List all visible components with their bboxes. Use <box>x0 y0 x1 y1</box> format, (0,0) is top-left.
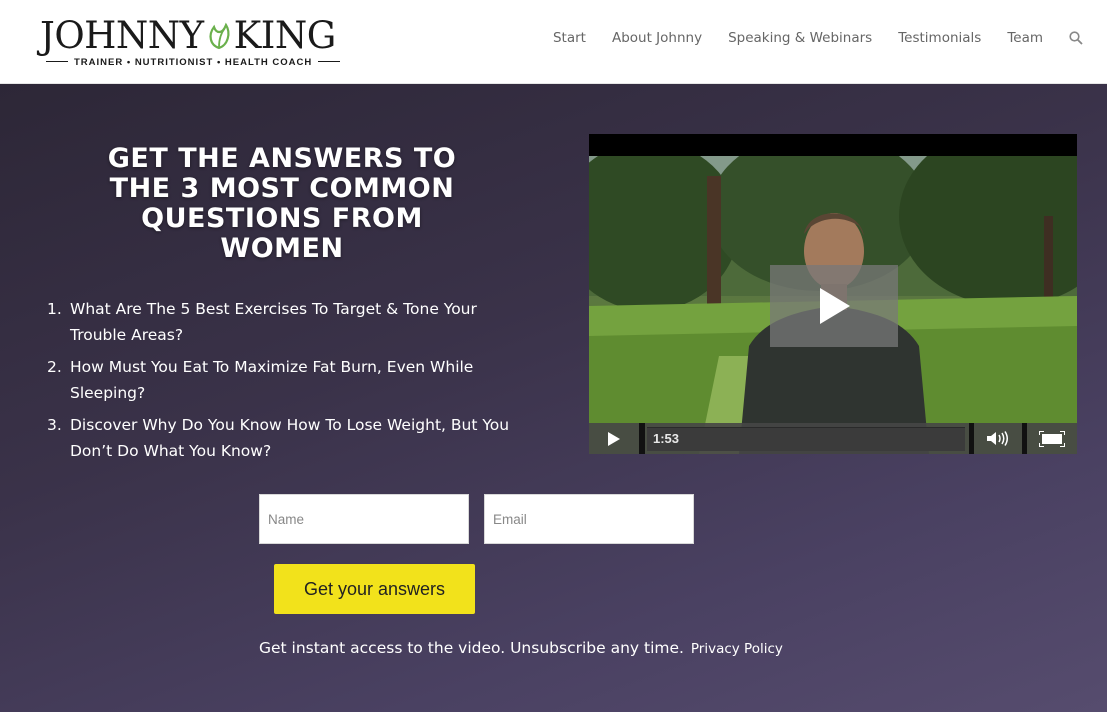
nav-item-testimonials[interactable]: Testimonials <box>898 30 981 46</box>
list-item-number: 1. <box>47 300 62 318</box>
hero-section: GET THE ANSWERS TO THE 3 MOST COMMON QUE… <box>0 84 1107 712</box>
logo-name-left: JOHNNY <box>40 14 204 57</box>
fullscreen-icon <box>1039 431 1065 447</box>
get-answers-button[interactable]: Get your answers <box>274 564 475 614</box>
video-frame[interactable] <box>589 156 1077 454</box>
search-icon[interactable] <box>1069 31 1083 45</box>
video-timecode: 1:53 <box>653 431 680 446</box>
main-nav: Start About Johnny Speaking & Webinars T… <box>527 30 1083 46</box>
video-controls: 1:53 <box>589 423 1077 454</box>
nav-item-team[interactable]: Team <box>1007 30 1043 46</box>
nav-item-speaking-webinars[interactable]: Speaking & Webinars <box>728 30 872 46</box>
leaf-icon <box>209 22 230 50</box>
list-item: 2. How Must You Eat To Maximize Fat Burn… <box>45 354 535 406</box>
nav-item-start[interactable]: Start <box>553 30 586 46</box>
control-divider <box>639 423 645 454</box>
site-header: JOHNNY KING TRAINER • NUTRITIONIST • HEA… <box>0 0 1107 84</box>
list-item-text: How Must You Eat To Maximize Fat Burn, E… <box>70 358 474 402</box>
video-play-overlay-button[interactable] <box>770 265 898 347</box>
logo-wordmark: JOHNNY KING <box>40 16 336 56</box>
footnote-text: Get instant access to the video. Unsubsc… <box>259 639 684 657</box>
video-play-button[interactable] <box>589 423 639 454</box>
logo-tagline: TRAINER • NUTRITIONIST • HEALTH COACH <box>40 57 340 68</box>
video-progress-bar[interactable] <box>647 427 965 451</box>
logo[interactable]: JOHNNY KING TRAINER • NUTRITIONIST • HEA… <box>40 14 340 70</box>
footnote: Get instant access to the video. Unsubsc… <box>259 637 783 660</box>
name-field[interactable] <box>259 494 469 544</box>
play-icon <box>608 432 620 446</box>
video-fullscreen-button[interactable] <box>1027 423 1077 454</box>
volume-icon <box>987 431 1008 446</box>
list-item-number: 3. <box>47 416 62 434</box>
play-icon <box>820 288 850 324</box>
video-player[interactable]: 1:53 <box>589 134 1077 454</box>
list-item-text: What Are The 5 Best Exercises To Target … <box>70 300 477 344</box>
nav-item-about-johnny[interactable]: About Johnny <box>612 30 702 46</box>
privacy-policy-link[interactable]: Privacy Policy <box>691 641 783 657</box>
list-item-number: 2. <box>47 358 62 376</box>
hero-headline: GET THE ANSWERS TO THE 3 MOST COMMON QUE… <box>107 143 457 264</box>
list-item: 3. Discover Why Do You Know How To Lose … <box>45 412 535 464</box>
logo-name-right: KING <box>233 14 337 57</box>
list-item-text: Discover Why Do You Know How To Lose Wei… <box>70 416 510 460</box>
list-item: 1. What Are The 5 Best Exercises To Targ… <box>45 296 535 348</box>
video-volume-button[interactable] <box>974 423 1022 454</box>
question-list: 1. What Are The 5 Best Exercises To Targ… <box>45 296 535 470</box>
email-field[interactable] <box>484 494 694 544</box>
